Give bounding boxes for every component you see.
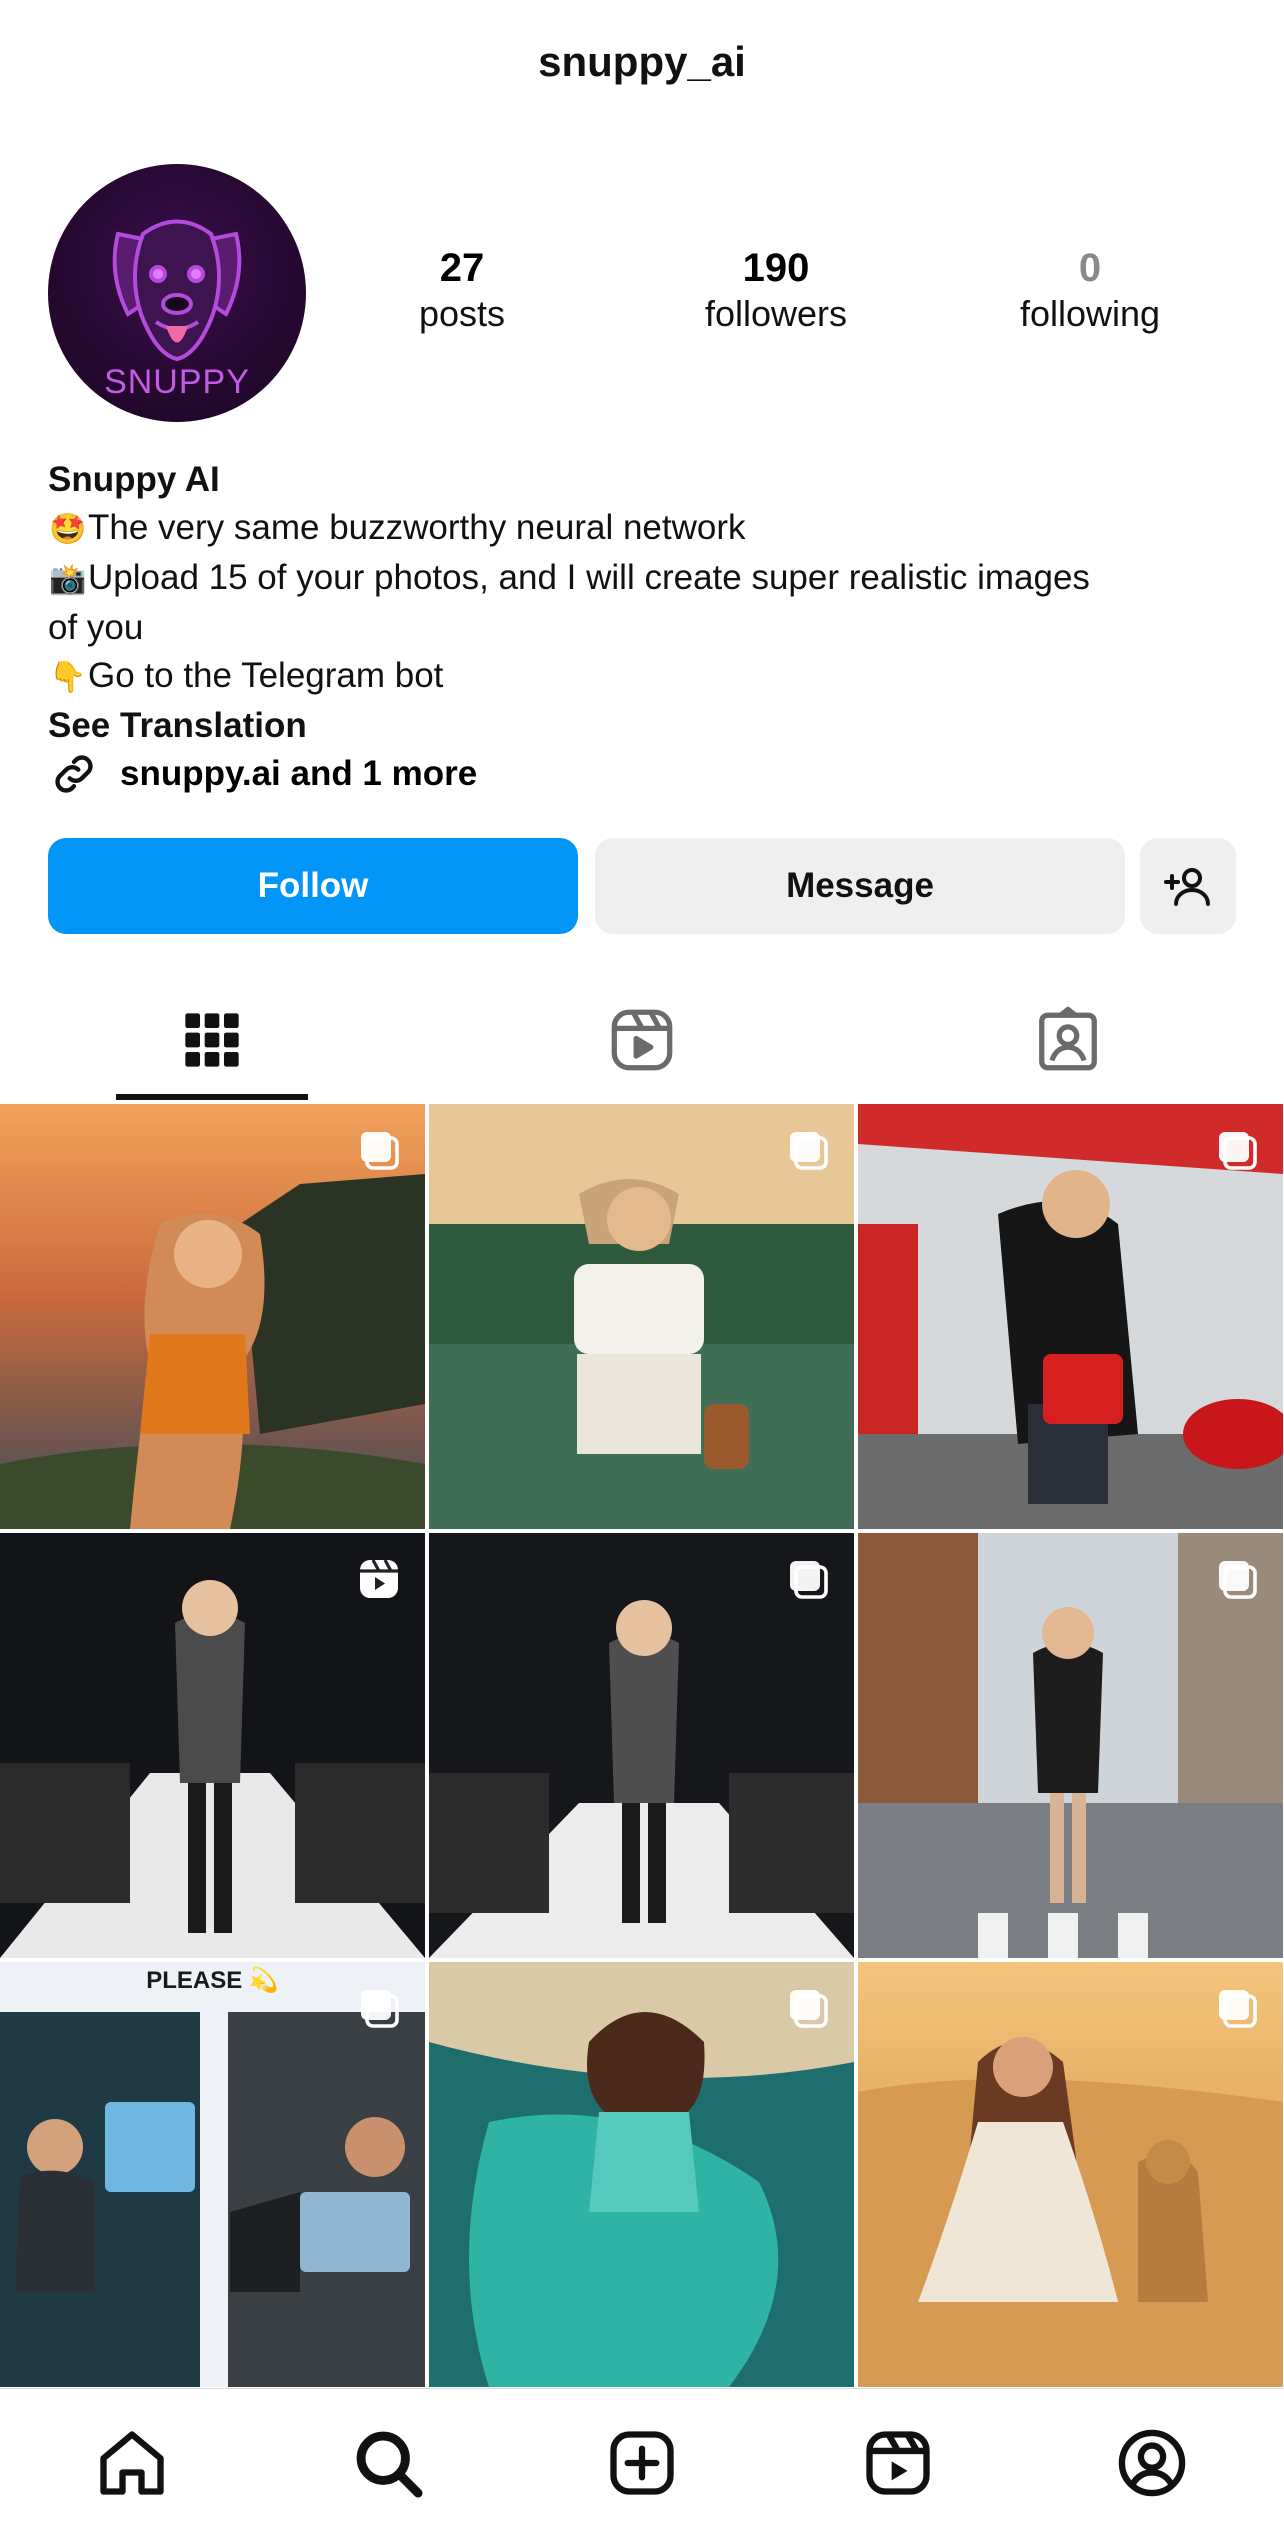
profile-link[interactable]: snuppy.ai and 1 more [48,748,477,800]
grid-icon [185,1013,239,1067]
followers-label: followers [704,293,848,334]
display-name: Snuppy AI [48,460,220,499]
carousel-icon [790,1132,828,1170]
tab-posts-grid[interactable] [82,990,342,1090]
carousel-icon [361,1990,399,2028]
profile-username: snuppy_ai [538,38,746,85]
carousel-icon [1219,1132,1257,1170]
tab-tagged[interactable] [938,990,1198,1090]
create-icon [610,2431,674,2495]
nav-create[interactable] [604,2425,680,2501]
profile-icon [1118,2429,1186,2497]
post-thumbnail[interactable] [0,1104,425,1529]
bio-emoji: 🤩 [49,513,87,546]
carousel-icon [790,1561,828,1599]
nav-search[interactable] [350,2425,426,2501]
nav-reels[interactable] [860,2425,936,2501]
home-icon [100,2431,164,2495]
followers-count: 190 [742,246,810,290]
reel-icon [360,1559,398,1598]
nav-profile[interactable] [1114,2425,1190,2501]
avatar-caption: SNUPPY [104,363,250,401]
bio-line: 📸Upload 15 of your photos, and I will cr… [48,554,1248,604]
bio-emoji: 📸 [49,563,87,596]
reels-icon [611,1009,673,1071]
bio-emoji: 👇 [49,661,87,694]
post-thumbnail[interactable]: PLEASE 💫 [0,1962,425,2387]
post-thumbnail[interactable] [858,1104,1283,1529]
post-thumbnail[interactable] [858,1962,1283,2387]
suggested-users-button[interactable] [1140,838,1236,934]
bio-line: of you [48,604,1248,652]
stat-followers[interactable]: 190 followers [646,244,906,336]
posts-grid: PLEASE 💫 [0,1104,1284,2388]
post-thumbnail[interactable] [429,1962,854,2387]
carousel-icon [790,1990,828,2028]
see-translation-link[interactable]: See Translation [48,702,1248,750]
carousel-icon [361,1132,399,1170]
following-label: following [1019,293,1161,334]
profile-link-text: snuppy.ai and 1 more [120,754,478,793]
tab-reels[interactable] [512,990,772,1090]
profile-bio: Snuppy AI 🤩The very same buzzworthy neur… [48,456,1248,750]
stat-posts[interactable]: 27 posts [332,244,592,336]
search-icon [356,2431,423,2498]
follow-button[interactable]: Follow [48,838,578,934]
post-thumbnail[interactable] [429,1533,854,1958]
carousel-icon [1219,1561,1257,1599]
bio-line: 👇Go to the Telegram bot [48,652,1248,702]
bio-text: The very same buzzworthy neural network [88,508,746,547]
add-user-icon [1164,868,1210,906]
posts-label: posts [418,293,506,334]
bio-text: of you [48,608,144,647]
link-icon [55,755,93,793]
bio-text: Go to the Telegram bot [88,656,444,695]
message-button[interactable]: Message [595,838,1125,934]
reels-icon [866,2431,930,2495]
bio-text: Upload 15 of your photos, and I will cre… [88,558,1090,597]
nav-home[interactable] [94,2425,170,2501]
post-thumbnail[interactable] [0,1533,425,1958]
post-thumbnail[interactable] [858,1533,1283,1958]
carousel-icon [1219,1990,1257,2028]
post-thumbnail[interactable] [429,1104,854,1529]
stat-following[interactable]: 0 following [960,244,1220,336]
posts-count: 27 [439,246,485,290]
bio-line: 🤩The very same buzzworthy neural network [48,504,1248,554]
tagged-icon [1039,1006,1097,1071]
bottom-navigation [0,2388,1284,2536]
following-count: 0 [1078,246,1102,290]
active-tab-indicator [116,1094,308,1100]
avatar[interactable]: SNUPPY [48,164,306,422]
